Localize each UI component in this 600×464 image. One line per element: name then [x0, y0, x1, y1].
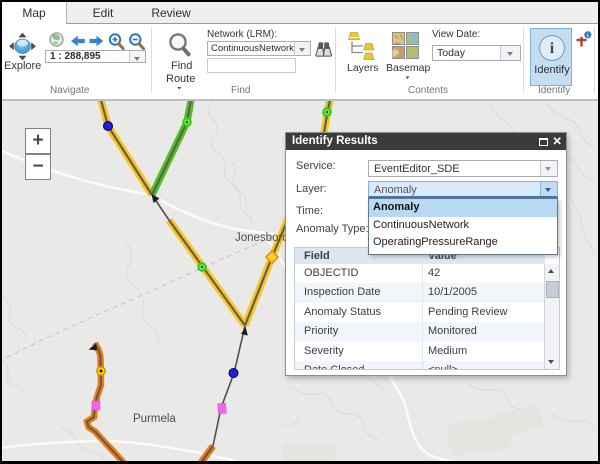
svg-text:Jonesboro: Jonesboro [235, 232, 289, 244]
svg-text:Purmela: Purmela [133, 413, 176, 425]
